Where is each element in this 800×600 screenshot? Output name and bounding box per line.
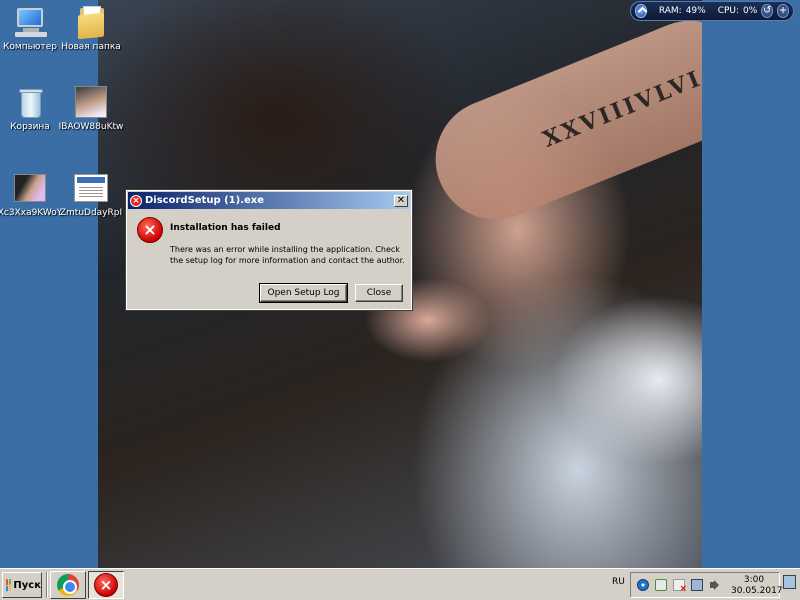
start-label: Пуск [13, 579, 41, 591]
system-monitor-gadget: RAM: 49% CPU: 0% ↺ + [630, 1, 794, 21]
desktop-icon-label: ZmtuDdayRpI [59, 208, 123, 218]
taskbar-chrome-button[interactable] [50, 571, 86, 599]
dialog-message: There was an error while installing the … [170, 245, 405, 265]
error-icon: × [94, 573, 118, 597]
image-file-icon [13, 172, 47, 204]
ram-value: 49% [685, 6, 706, 16]
cpu-value: 0% [743, 6, 758, 16]
tray-error-icon[interactable] [673, 579, 687, 594]
taskbar-separator [46, 572, 48, 598]
desktop-icon-image-1[interactable]: IBAOW88uKtw [56, 86, 126, 132]
clock[interactable]: 3:00 30.05.2017 [731, 575, 783, 597]
gadget-logo-icon [635, 4, 647, 18]
error-dialog: × DiscordSetup (1).exe ✕ × Installation … [125, 189, 413, 311]
desktop-icon-label: IBAOW88uKtw [58, 122, 124, 132]
recycle-bin-icon [13, 86, 47, 118]
start-button[interactable]: Пуск [2, 572, 42, 598]
close-button[interactable]: Close [355, 284, 403, 302]
image-file-icon [74, 86, 108, 118]
dialog-title: DiscordSetup (1).exe [145, 195, 265, 206]
cpu-label: CPU: [717, 6, 740, 16]
clock-time: 3:00 [743, 575, 765, 585]
gadget-add-icon[interactable]: + [777, 4, 790, 18]
tray-app-icon[interactable] [637, 579, 649, 591]
language-indicator[interactable]: RU [612, 577, 625, 587]
error-icon: × [137, 217, 163, 243]
computer-icon [13, 6, 47, 38]
open-setup-log-button[interactable]: Open Setup Log [259, 283, 348, 303]
volume-icon[interactable] [709, 579, 721, 591]
image-file-icon [74, 172, 108, 204]
tray-network-icon[interactable] [655, 579, 667, 591]
ram-label: RAM: [658, 6, 682, 16]
chrome-icon [57, 574, 79, 596]
error-small-icon: × [130, 194, 142, 207]
dialog-close-icon[interactable]: ✕ [394, 194, 408, 207]
dialog-heading: Installation has failed [170, 223, 281, 233]
desktop-icon-label: Новая папка [61, 42, 121, 52]
windows-logo-icon [6, 578, 12, 592]
taskbar-error-dialog-button[interactable]: × [88, 571, 124, 599]
clock-date: 30.05.2017 [731, 586, 783, 596]
dialog-titlebar[interactable]: × DiscordSetup (1).exe ✕ [128, 192, 410, 209]
gadget-settings-icon[interactable]: ↺ [761, 4, 774, 18]
desktop-icon-new-folder[interactable]: Новая папка [56, 6, 126, 52]
tray-display-icon[interactable] [691, 579, 703, 591]
folder-icon [74, 6, 108, 40]
desktop-icon-image-3[interactable]: ZmtuDdayRpI [56, 172, 126, 218]
system-tray: 3:00 30.05.2017 [630, 572, 783, 598]
show-desktop-icon[interactable] [783, 575, 796, 589]
taskbar: Пуск × RU 3:00 30.05.2017 [0, 568, 800, 600]
